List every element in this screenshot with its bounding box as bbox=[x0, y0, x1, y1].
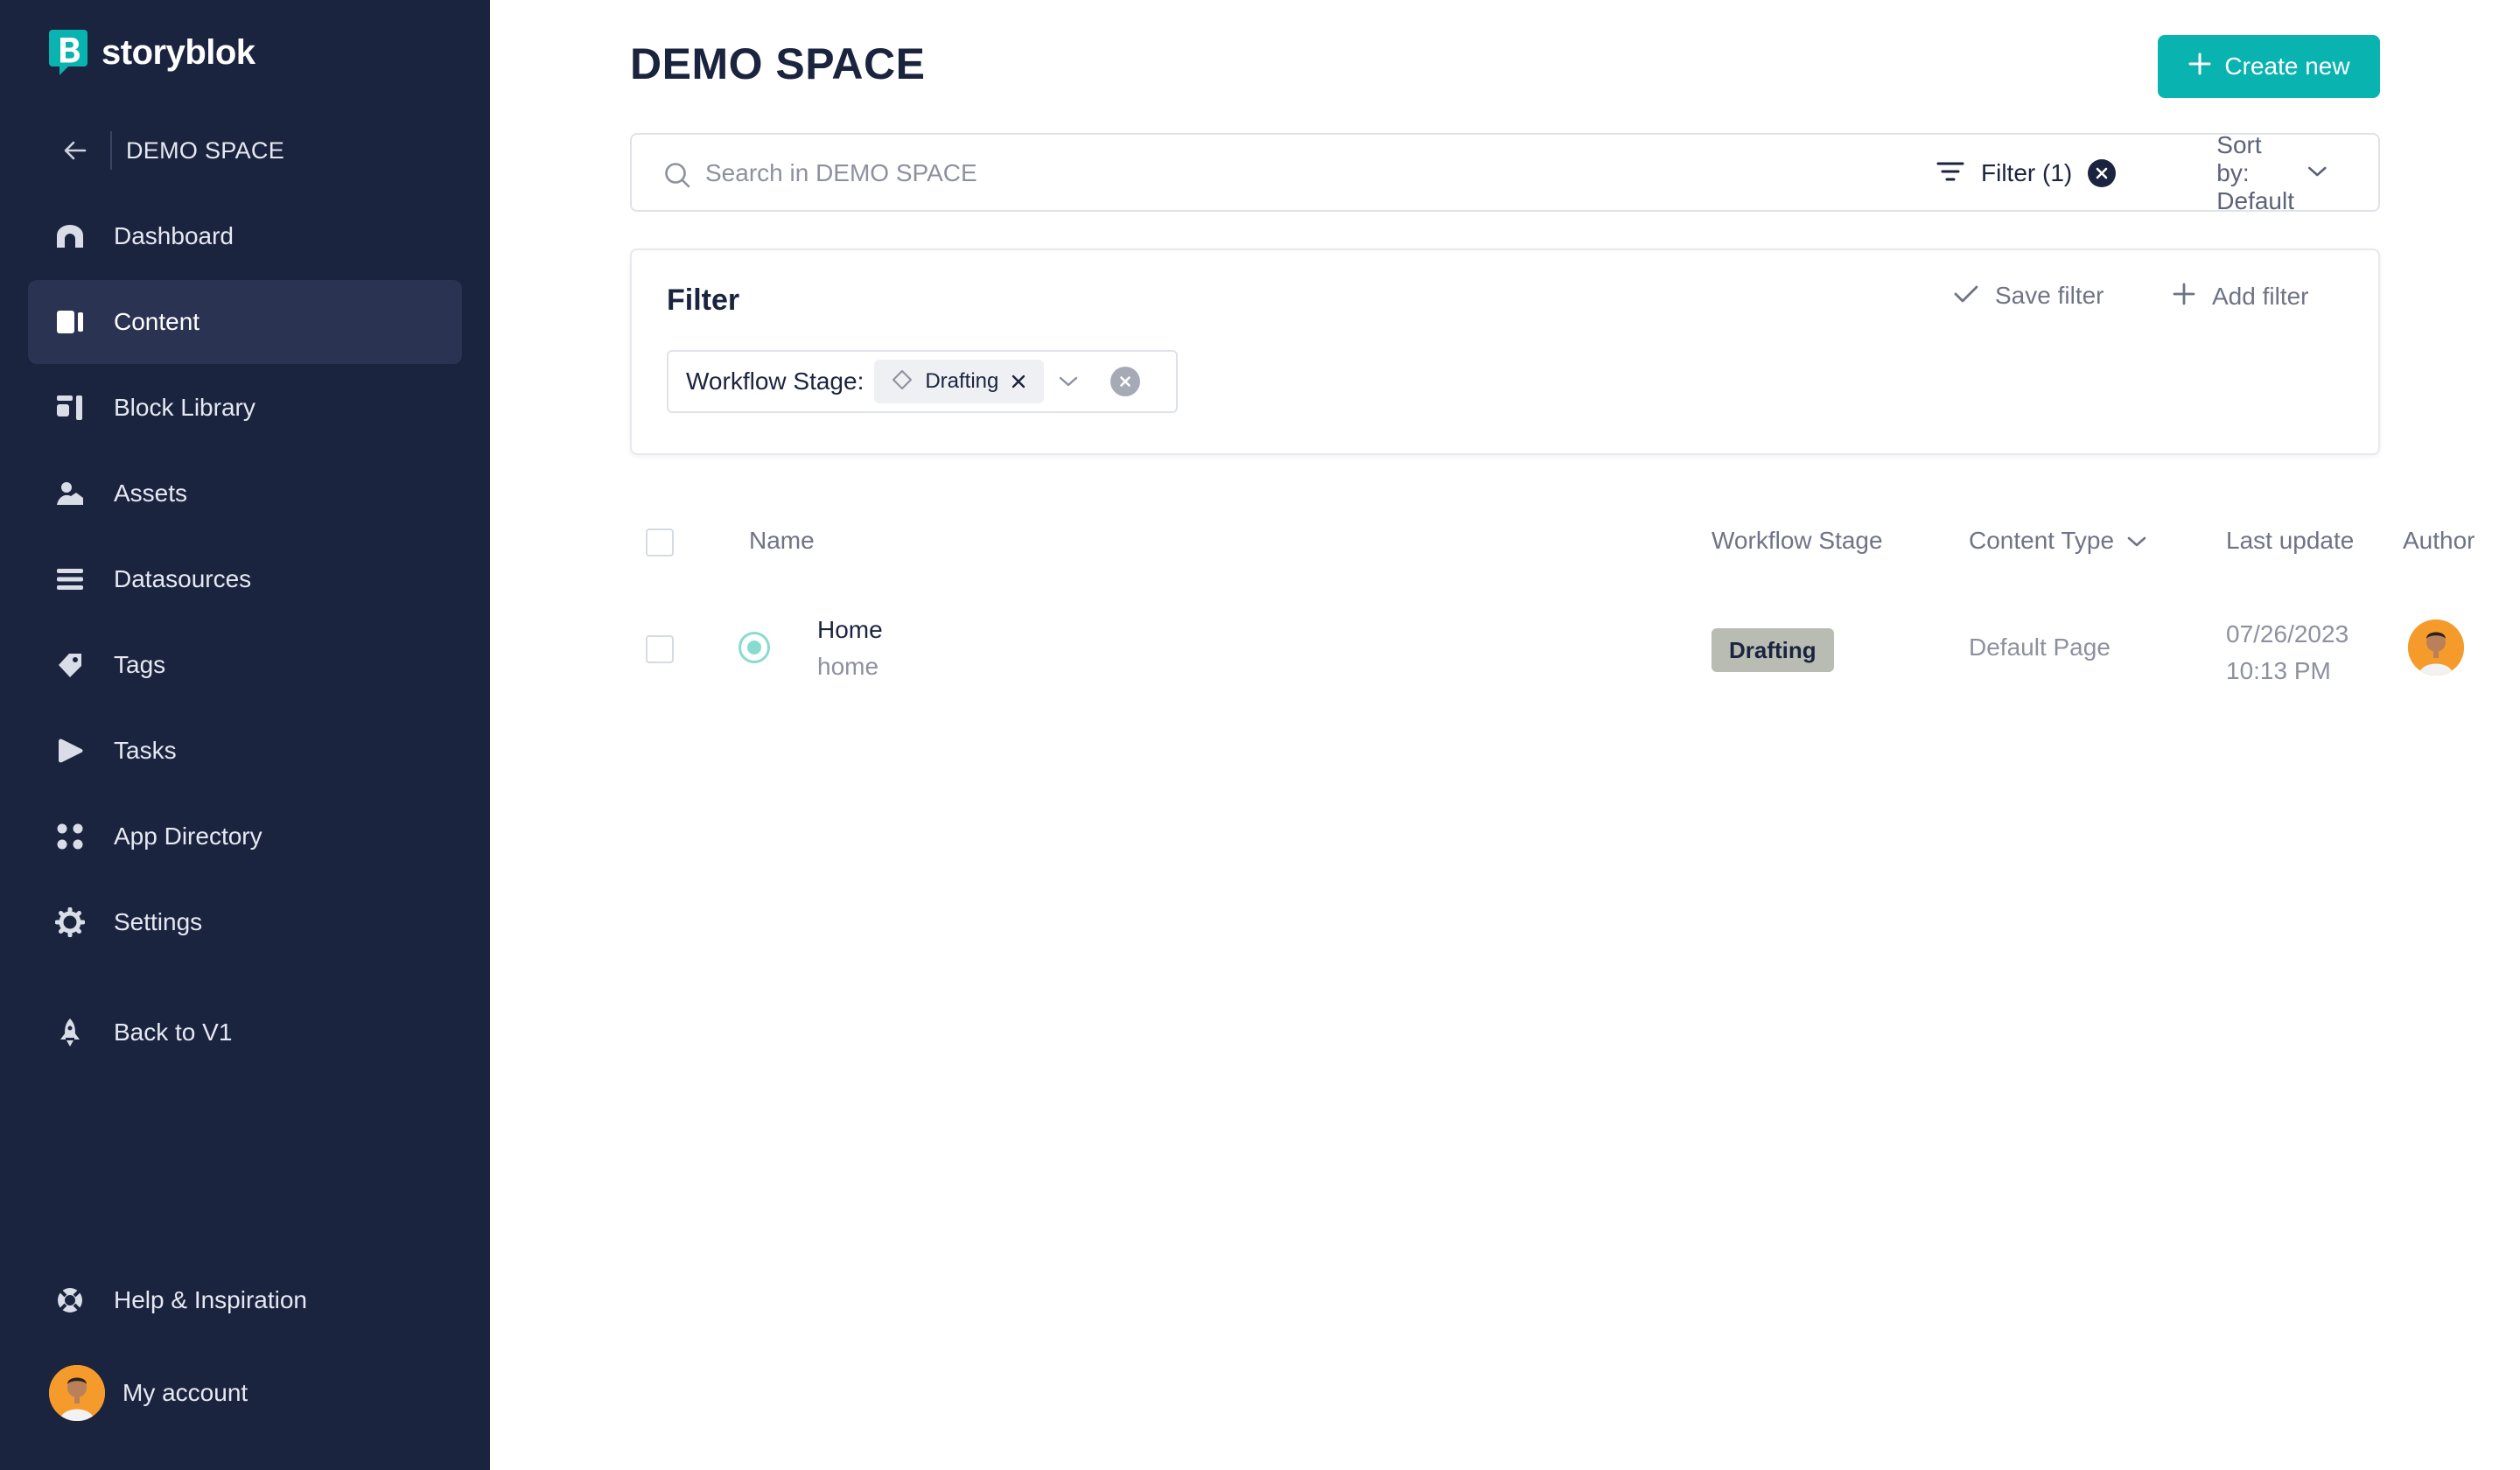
sidebar-item-label: Back to V1 bbox=[114, 1018, 233, 1046]
back-arrow-icon[interactable] bbox=[58, 133, 93, 168]
main-content: DEMO SPACE Create new Filter (1) Sort by… bbox=[490, 0, 2520, 1470]
tasks-icon bbox=[54, 735, 86, 766]
sidebar-item-tasks[interactable]: Tasks bbox=[28, 709, 462, 793]
sidebar-item-label: Tags bbox=[114, 651, 166, 678]
workflow-stage-filter: Workflow Stage: Drafting bbox=[667, 350, 1178, 413]
sidebar-item-label: Content bbox=[114, 308, 200, 335]
clear-filter-icon[interactable] bbox=[1110, 367, 1141, 396]
divider bbox=[110, 131, 112, 170]
column-header-workflow-stage: Workflow Stage bbox=[1712, 527, 1883, 554]
sidebar-item-label: App Directory bbox=[114, 822, 262, 850]
search-icon bbox=[663, 161, 691, 193]
sidebar-item-dashboard[interactable]: Dashboard bbox=[28, 194, 462, 278]
column-header-author: Author bbox=[2403, 527, 2475, 554]
rocket-icon bbox=[54, 1017, 86, 1048]
add-filter-button[interactable]: Add filter bbox=[2172, 282, 2309, 311]
chevron-down-icon bbox=[2306, 164, 2328, 183]
create-new-label: Create new bbox=[2224, 52, 2350, 80]
space-name: DEMO SPACE bbox=[126, 136, 285, 164]
last-update-date: 07/26/2023 bbox=[2226, 620, 2349, 648]
save-filter-label: Save filter bbox=[1995, 282, 2104, 309]
page-title: DEMO SPACE bbox=[630, 39, 926, 88]
sidebar-item-help[interactable]: Help & Inspiration bbox=[28, 1258, 462, 1342]
clear-filter-icon[interactable] bbox=[2088, 159, 2117, 187]
column-header-content-type[interactable]: Content Type bbox=[1969, 527, 2147, 555]
sidebar-item-content[interactable]: Content bbox=[28, 280, 462, 364]
column-header-label: Content Type bbox=[1969, 527, 2115, 554]
plus-icon bbox=[2188, 52, 2212, 82]
storyblok-logo-icon bbox=[49, 30, 88, 75]
save-filter-button[interactable]: Save filter bbox=[1953, 282, 2104, 310]
filter-toggle[interactable]: Filter (1) bbox=[1936, 152, 2117, 194]
column-header-last-update: Last update bbox=[2226, 527, 2355, 554]
tags-icon bbox=[54, 649, 86, 681]
sidebar-item-app-directory[interactable]: App Directory bbox=[28, 794, 462, 878]
chevron-down-icon[interactable] bbox=[1058, 374, 1079, 388]
avatar bbox=[49, 1365, 105, 1421]
sidebar-item-back-to-v1[interactable]: Back to V1 bbox=[28, 990, 462, 1074]
sidebar-item-assets[interactable]: Assets bbox=[28, 452, 462, 536]
block-library-icon bbox=[54, 392, 86, 424]
sidebar-item-label: Help & Inspiration bbox=[114, 1286, 308, 1313]
sort-label: Sort by: Default bbox=[2216, 131, 2294, 214]
filter-value-tag: Drafting bbox=[874, 360, 1045, 403]
filter-lines-icon bbox=[1936, 159, 1965, 188]
sidebar-item-label: Settings bbox=[114, 908, 203, 935]
author-avatar[interactable] bbox=[2408, 620, 2464, 676]
chevron-down-icon bbox=[2126, 527, 2147, 555]
select-all-checkbox[interactable] bbox=[646, 528, 674, 556]
filter-count-label: Filter (1) bbox=[1981, 159, 2073, 186]
app-directory-icon bbox=[54, 821, 86, 852]
sidebar-item-label: Assets bbox=[114, 480, 188, 507]
filter-value-label: Drafting bbox=[925, 369, 999, 393]
row-checkbox[interactable] bbox=[646, 635, 674, 663]
sidebar-footer: Help & Inspiration bbox=[28, 1258, 462, 1344]
filter-panel-title: Filter bbox=[667, 284, 740, 317]
plus-icon bbox=[2172, 282, 2196, 311]
datasources-icon bbox=[54, 564, 86, 595]
content-icon bbox=[54, 306, 86, 338]
published-status-icon bbox=[738, 632, 770, 663]
workflow-stage-badge: Drafting bbox=[1712, 628, 1834, 672]
sidebar-item-block-library[interactable]: Block Library bbox=[28, 366, 462, 450]
sidebar: storyblok DEMO SPACE Dashboard Content B… bbox=[0, 0, 490, 1470]
last-update-time: 10:13 PM bbox=[2226, 657, 2331, 684]
table-header: Name Workflow Stage Content Type Last up… bbox=[630, 516, 2475, 565]
sidebar-item-label: Dashboard bbox=[114, 222, 234, 249]
story-slug: home bbox=[817, 653, 879, 680]
sort-dropdown[interactable]: Sort by: Default bbox=[2216, 131, 2328, 214]
dashboard-icon bbox=[54, 220, 86, 252]
sidebar-item-datasources[interactable]: Datasources bbox=[28, 537, 462, 621]
diamond-icon bbox=[892, 369, 913, 395]
search-bar: Filter (1) Sort by: Default bbox=[630, 131, 2380, 214]
search-input[interactable] bbox=[705, 152, 1843, 194]
column-header-name: Name bbox=[749, 527, 815, 554]
sidebar-item-label: Block Library bbox=[114, 394, 256, 421]
settings-icon bbox=[54, 906, 86, 938]
logo[interactable]: storyblok bbox=[49, 30, 256, 75]
account-label: My account bbox=[122, 1379, 248, 1406]
add-filter-label: Add filter bbox=[2212, 282, 2309, 310]
brand-name: storyblok bbox=[102, 32, 256, 72]
remove-value-icon[interactable] bbox=[1011, 374, 1026, 389]
lifebuoy-icon bbox=[54, 1284, 86, 1316]
sidebar-item-tags[interactable]: Tags bbox=[28, 623, 462, 707]
last-update: 07/26/2023 10:13 PM bbox=[2226, 616, 2348, 690]
table-row[interactable]: Home home Drafting Default Page 07/26/20… bbox=[630, 604, 2464, 691]
main-nav: Dashboard Content Block Library Assets D… bbox=[28, 194, 462, 1076]
check-icon bbox=[1953, 284, 1979, 309]
filter-panel: Filter Save filter Add filter Workflow S… bbox=[630, 248, 2380, 455]
story-title[interactable]: Home bbox=[817, 616, 883, 644]
my-account[interactable]: My account bbox=[49, 1365, 248, 1421]
space-switcher: DEMO SPACE bbox=[58, 131, 284, 170]
sidebar-item-label: Datasources bbox=[114, 565, 252, 592]
assets-icon bbox=[54, 478, 86, 509]
content-type: Default Page bbox=[1969, 634, 2110, 661]
create-new-button[interactable]: Create new bbox=[2158, 35, 2380, 98]
sidebar-item-label: Tasks bbox=[114, 737, 177, 764]
sidebar-item-settings[interactable]: Settings bbox=[28, 880, 462, 964]
filter-key-label: Workflow Stage: bbox=[686, 368, 864, 395]
